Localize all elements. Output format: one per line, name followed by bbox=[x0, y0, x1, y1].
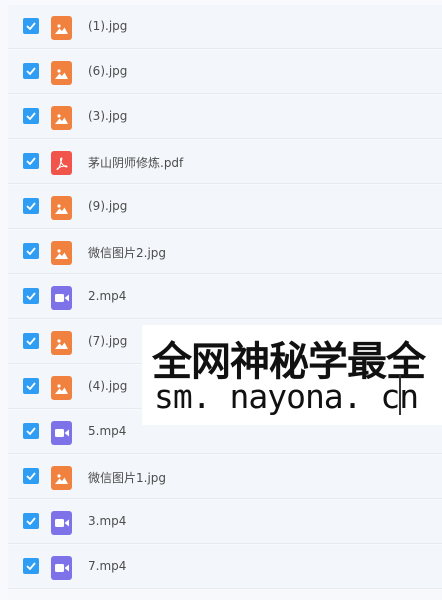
check-icon bbox=[26, 472, 36, 480]
row-checkbox[interactable] bbox=[23, 63, 39, 79]
row-checkbox[interactable] bbox=[23, 18, 39, 34]
file-row[interactable]: (6).jpg bbox=[8, 50, 442, 94]
row-checkbox[interactable] bbox=[23, 198, 39, 214]
check-icon bbox=[26, 337, 36, 345]
watermark-overlay: 全网神秘学最全 sm. nayona. cn bbox=[142, 325, 442, 425]
file-row[interactable]: 3.mp4 bbox=[8, 500, 442, 544]
check-icon bbox=[26, 157, 36, 165]
file-name[interactable]: 2.mp4 bbox=[88, 289, 126, 303]
row-checkbox[interactable] bbox=[23, 468, 39, 484]
file-row[interactable]: (3).jpg bbox=[8, 95, 442, 139]
file-row[interactable]: (9).jpg bbox=[8, 185, 442, 229]
image-file-icon bbox=[51, 466, 72, 490]
file-row[interactable]: 茅山阴师修炼.pdf bbox=[8, 140, 442, 184]
row-checkbox[interactable] bbox=[23, 243, 39, 259]
file-row[interactable]: (1).jpg bbox=[8, 5, 442, 49]
check-icon bbox=[26, 67, 36, 75]
file-name[interactable]: (7).jpg bbox=[88, 334, 127, 348]
pdf-file-icon bbox=[51, 151, 72, 175]
file-name[interactable]: 微信图片2.jpg bbox=[88, 244, 166, 261]
check-icon bbox=[26, 517, 36, 525]
file-name[interactable]: (1).jpg bbox=[88, 19, 127, 33]
file-list: (1).jpg (6).jpg (3).jpg 茅山阴师修炼.pdf (9).jpg 微信… bbox=[0, 0, 442, 600]
check-icon bbox=[26, 247, 36, 255]
image-file-icon bbox=[51, 16, 72, 40]
file-row[interactable]: 微信图片1.jpg bbox=[8, 455, 442, 499]
row-checkbox[interactable] bbox=[23, 513, 39, 529]
video-file-icon bbox=[51, 556, 72, 580]
row-checkbox[interactable] bbox=[23, 288, 39, 304]
file-name[interactable]: 5.mp4 bbox=[88, 424, 126, 438]
row-checkbox[interactable] bbox=[23, 558, 39, 574]
check-icon bbox=[26, 22, 36, 30]
text-caret bbox=[399, 375, 401, 415]
check-icon bbox=[26, 562, 36, 570]
watermark-url: sm. nayona. cn bbox=[154, 377, 419, 416]
image-file-icon bbox=[51, 196, 72, 220]
image-file-icon bbox=[51, 106, 72, 130]
file-row[interactable]: 7.mp4 bbox=[8, 545, 442, 589]
row-checkbox[interactable] bbox=[23, 108, 39, 124]
file-name[interactable]: (9).jpg bbox=[88, 199, 127, 213]
check-icon bbox=[26, 427, 36, 435]
image-file-icon bbox=[51, 61, 72, 85]
file-name[interactable]: (4).jpg bbox=[88, 379, 127, 393]
image-file-icon bbox=[51, 241, 72, 265]
video-file-icon bbox=[51, 286, 72, 310]
image-file-icon bbox=[51, 331, 72, 355]
file-name[interactable]: (3).jpg bbox=[88, 109, 127, 123]
list-bottom-edge bbox=[8, 590, 442, 600]
row-checkbox[interactable] bbox=[23, 153, 39, 169]
check-icon bbox=[26, 112, 36, 120]
check-icon bbox=[26, 292, 36, 300]
check-icon bbox=[26, 202, 36, 210]
row-checkbox[interactable] bbox=[23, 333, 39, 349]
row-checkbox[interactable] bbox=[23, 378, 39, 394]
file-row[interactable]: 2.mp4 bbox=[8, 275, 442, 319]
video-file-icon bbox=[51, 511, 72, 535]
file-row[interactable]: 微信图片2.jpg bbox=[8, 230, 442, 274]
file-name[interactable]: 茅山阴师修炼.pdf bbox=[88, 154, 183, 171]
row-checkbox[interactable] bbox=[23, 423, 39, 439]
file-name[interactable]: 3.mp4 bbox=[88, 514, 126, 528]
file-name[interactable]: 微信图片1.jpg bbox=[88, 469, 166, 486]
video-file-icon bbox=[51, 421, 72, 445]
file-name[interactable]: 7.mp4 bbox=[88, 559, 126, 573]
check-icon bbox=[26, 382, 36, 390]
file-name[interactable]: (6).jpg bbox=[88, 64, 127, 78]
image-file-icon bbox=[51, 376, 72, 400]
